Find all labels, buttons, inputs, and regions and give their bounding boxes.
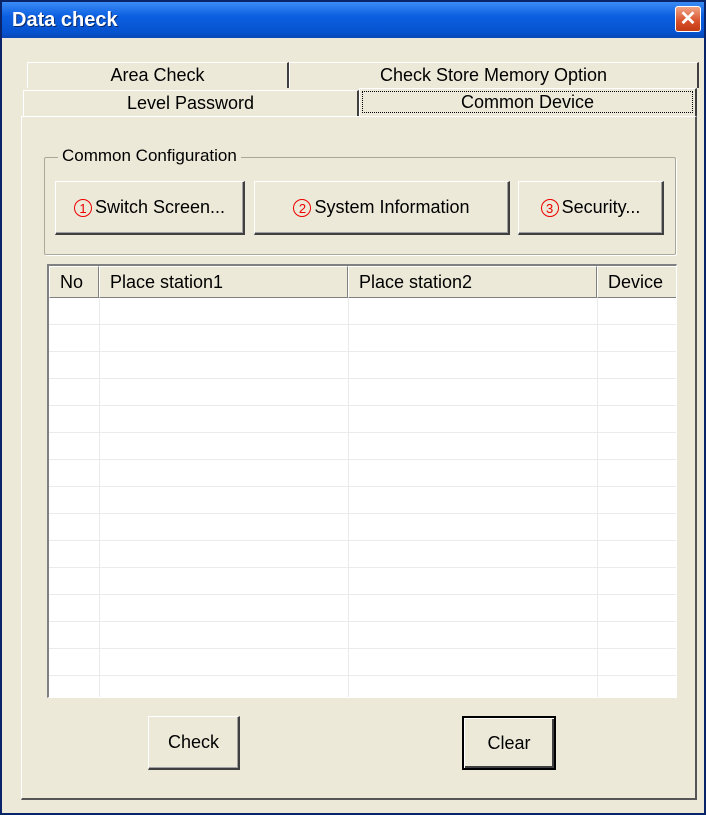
table-row[interactable] (49, 433, 676, 460)
group-label: Common Configuration (58, 146, 241, 166)
marker-1-icon: 1 (73, 199, 92, 218)
clear-button[interactable]: Clear (462, 716, 556, 770)
system-information-label: System Information (314, 197, 470, 217)
table-body (49, 298, 676, 697)
place-station-table[interactable]: No Place station1 Place station2 Device (47, 264, 677, 698)
tab-check-store-memory-option[interactable]: Check Store Memory Option (289, 62, 699, 88)
table-header: No Place station1 Place station2 Device (49, 266, 676, 298)
column-header-device[interactable]: Device (597, 266, 676, 298)
column-divider (348, 298, 349, 697)
column-header-place-station1[interactable]: Place station1 (99, 266, 348, 298)
tab-strip: Area Check Check Store Memory Option Lev… (0, 0, 706, 120)
table-row[interactable] (49, 379, 676, 406)
table-row[interactable] (49, 460, 676, 487)
system-information-button[interactable]: 2 System Information (254, 181, 510, 235)
security-button[interactable]: 3 Security... (518, 181, 664, 235)
table-row[interactable] (49, 568, 676, 595)
table-row[interactable] (49, 622, 676, 649)
tab-common-device[interactable]: Common Device (359, 88, 697, 116)
marker-2-icon: 2 (293, 199, 312, 218)
tab-level-password[interactable]: Level Password (23, 90, 359, 116)
column-header-no[interactable]: No (49, 266, 99, 298)
table-row[interactable] (49, 406, 676, 433)
table-row[interactable] (49, 352, 676, 379)
column-divider (99, 298, 100, 697)
table-row[interactable] (49, 541, 676, 568)
table-row[interactable] (49, 487, 676, 514)
table-row[interactable] (49, 649, 676, 676)
check-button[interactable]: Check (148, 716, 240, 770)
switch-screen-label: Switch Screen... (94, 197, 226, 217)
column-divider (597, 298, 598, 697)
column-header-place-station2[interactable]: Place station2 (348, 266, 597, 298)
table-row[interactable] (49, 298, 676, 325)
table-row[interactable] (49, 514, 676, 541)
security-label: Security... (561, 197, 641, 217)
table-row[interactable] (49, 595, 676, 622)
marker-3-icon: 3 (540, 199, 559, 218)
table-row[interactable] (49, 325, 676, 352)
tab-area-check[interactable]: Area Check (27, 62, 289, 88)
switch-screen-button[interactable]: 1 Switch Screen... (55, 181, 245, 235)
tab-common-device-label: Common Device (362, 91, 693, 113)
